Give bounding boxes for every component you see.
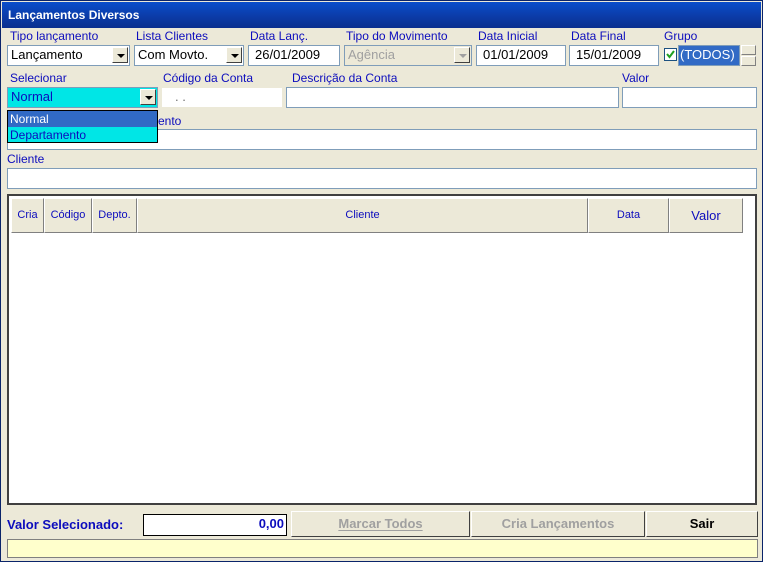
sair-button[interactable]: Sair bbox=[646, 511, 758, 537]
status-bar bbox=[7, 539, 758, 558]
valor-label: Valor bbox=[622, 71, 650, 85]
dropdown-option-normal[interactable]: Normal bbox=[8, 111, 157, 127]
cliente-label: Cliente bbox=[7, 152, 45, 166]
chevron-down-icon bbox=[454, 47, 470, 63]
data-inicial-label: Data Inicial bbox=[478, 29, 538, 43]
spin-up-icon[interactable] bbox=[741, 45, 756, 55]
spin-down-icon[interactable] bbox=[741, 56, 756, 66]
grupo-label: Grupo bbox=[664, 29, 698, 43]
selecionar-dropdown-list[interactable]: Normal Departamento bbox=[7, 110, 158, 143]
tipo-lancamento-value: Lançamento bbox=[11, 47, 83, 62]
complemento-label: ento bbox=[158, 114, 182, 128]
lista-clientes-value: Com Movto. bbox=[138, 47, 209, 62]
chevron-down-icon[interactable] bbox=[112, 47, 128, 63]
tipo-lancamento-select[interactable]: Lançamento bbox=[7, 45, 130, 66]
column-header-depto[interactable]: Depto. bbox=[92, 198, 137, 233]
dropdown-option-departamento[interactable]: Departamento bbox=[8, 127, 157, 143]
selecionar-label: Selecionar bbox=[10, 71, 67, 85]
cria-lancamentos-label: Cria Lançamentos bbox=[501, 516, 615, 531]
sair-label: Sair bbox=[689, 516, 715, 531]
selecionar-select[interactable]: Normal bbox=[7, 87, 158, 108]
chevron-down-icon[interactable] bbox=[140, 89, 156, 105]
cria-lancamentos-button: Cria Lançamentos bbox=[471, 511, 645, 537]
codigo-conta-input[interactable]: . . bbox=[161, 87, 283, 108]
valor-input[interactable] bbox=[622, 87, 757, 108]
descricao-conta-input[interactable] bbox=[286, 87, 619, 108]
selecionar-value: Normal bbox=[11, 89, 53, 104]
data-final-label: Data Final bbox=[571, 29, 626, 43]
data-final-input[interactable]: 15/01/2009 bbox=[569, 45, 659, 66]
valor-selecionado-value: 0,00 bbox=[143, 514, 287, 536]
column-header-cliente[interactable]: Cliente bbox=[137, 198, 588, 233]
lista-clientes-select[interactable]: Com Movto. bbox=[134, 45, 244, 66]
chevron-down-icon[interactable] bbox=[226, 47, 242, 63]
title-bar[interactable]: Lançamentos Diversos bbox=[2, 2, 761, 28]
descricao-conta-label: Descrição da Conta bbox=[292, 71, 398, 85]
marcar-todos-button: Marcar Todos bbox=[291, 511, 470, 537]
tipo-lancamento-label: Tipo lançamento bbox=[10, 29, 99, 43]
valor-selecionado-label: Valor Selecionado: bbox=[7, 517, 124, 532]
marcar-todos-label: Marcar Todos bbox=[338, 516, 423, 531]
grupo-checkbox[interactable] bbox=[664, 48, 677, 61]
tipo-movimento-value: Agência bbox=[348, 47, 395, 62]
column-header-codigo[interactable]: Código bbox=[44, 198, 92, 233]
cliente-input[interactable] bbox=[7, 168, 757, 189]
column-header-data[interactable]: Data bbox=[588, 198, 669, 233]
tipo-movimento-label: Tipo do Movimento bbox=[346, 29, 448, 43]
grupo-value[interactable]: (TODOS) bbox=[678, 45, 740, 66]
tipo-movimento-select: Agência bbox=[344, 45, 472, 66]
column-header-cria[interactable]: Cria bbox=[11, 198, 44, 233]
checkmark-icon bbox=[666, 50, 675, 59]
lancamentos-table[interactable]: Cria Código Depto. Cliente Data Valor bbox=[7, 194, 757, 505]
lista-clientes-label: Lista Clientes bbox=[136, 29, 209, 43]
codigo-conta-label: Código da Conta bbox=[163, 71, 254, 85]
column-header-valor[interactable]: Valor bbox=[669, 198, 743, 233]
window-title: Lançamentos Diversos bbox=[8, 8, 140, 22]
grupo-spinner[interactable] bbox=[741, 45, 756, 66]
data-inicial-input[interactable]: 01/01/2009 bbox=[476, 45, 566, 66]
main-window: Lançamentos Diversos Tipo lançamento Lis… bbox=[0, 0, 763, 562]
data-lanc-input[interactable]: 26/01/2009 bbox=[248, 45, 340, 66]
data-lanc-label: Data Lanç. bbox=[250, 29, 309, 43]
